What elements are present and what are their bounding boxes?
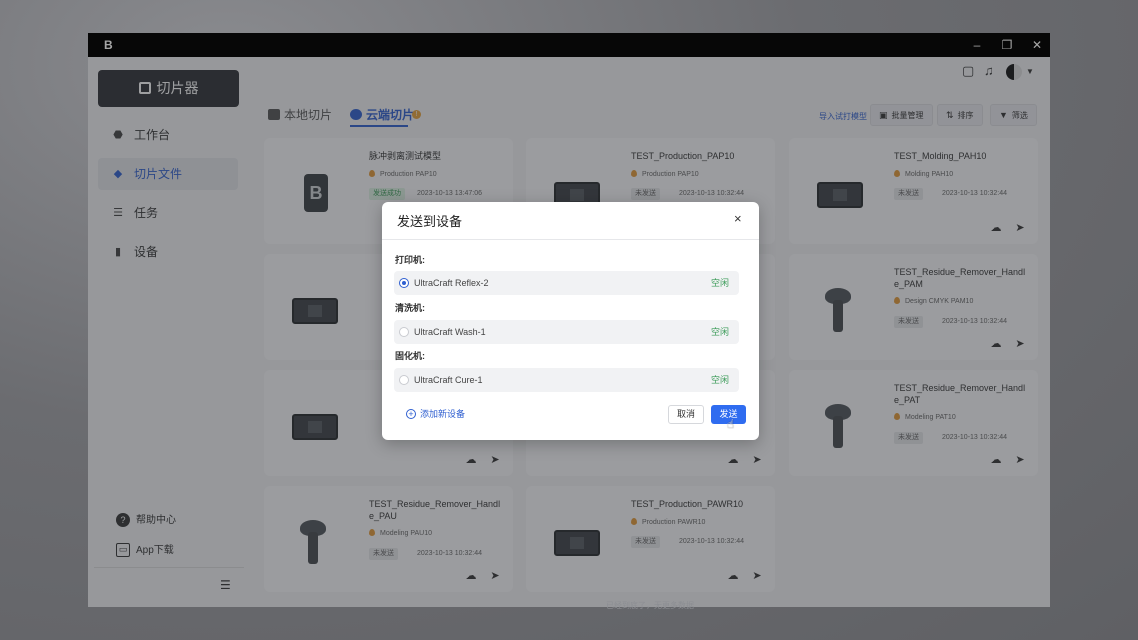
- device-option-curing[interactable]: UltraCraft Cure-1 空闲: [394, 368, 739, 392]
- device-name: UltraCraft Cure-1: [414, 375, 483, 385]
- device-name: UltraCraft Reflex-2: [414, 278, 489, 288]
- radio-button[interactable]: [399, 327, 409, 337]
- end-of-list-hint: 已经到底了，无更多数据: [606, 601, 694, 610]
- dialog-title: 发送到设备: [397, 214, 463, 229]
- radio-button[interactable]: [399, 278, 409, 288]
- device-status: 空闲: [710, 375, 729, 385]
- send-to-device-dialog: 发送到设备 × 打印机: UltraCraft Reflex-2 空闲 清洗机:…: [382, 202, 759, 440]
- radio-button[interactable]: [399, 375, 409, 385]
- add-new-device-link[interactable]: + 添加新设备: [406, 408, 465, 420]
- device-status: 空闲: [710, 327, 729, 337]
- plus-circle-icon: +: [406, 409, 416, 419]
- cancel-button[interactable]: 取消: [668, 405, 704, 424]
- close-icon[interactable]: ×: [734, 211, 742, 227]
- mouse-cursor-icon: ☝: [727, 417, 735, 431]
- add-device-label: 添加新设备: [420, 409, 466, 419]
- device-option-washer[interactable]: UltraCraft Wash-1 空闲: [394, 320, 739, 344]
- device-name: UltraCraft Wash-1: [414, 327, 486, 337]
- device-status: 空闲: [710, 278, 729, 288]
- dialog-divider: [382, 239, 759, 240]
- modal-backdrop-titlebar: [88, 33, 1050, 57]
- printer-section-label: 打印机:: [395, 255, 425, 265]
- device-option-printer[interactable]: UltraCraft Reflex-2 空闲: [394, 271, 739, 295]
- curing-section-label: 固化机:: [395, 351, 425, 361]
- washer-section-label: 清洗机:: [395, 303, 425, 313]
